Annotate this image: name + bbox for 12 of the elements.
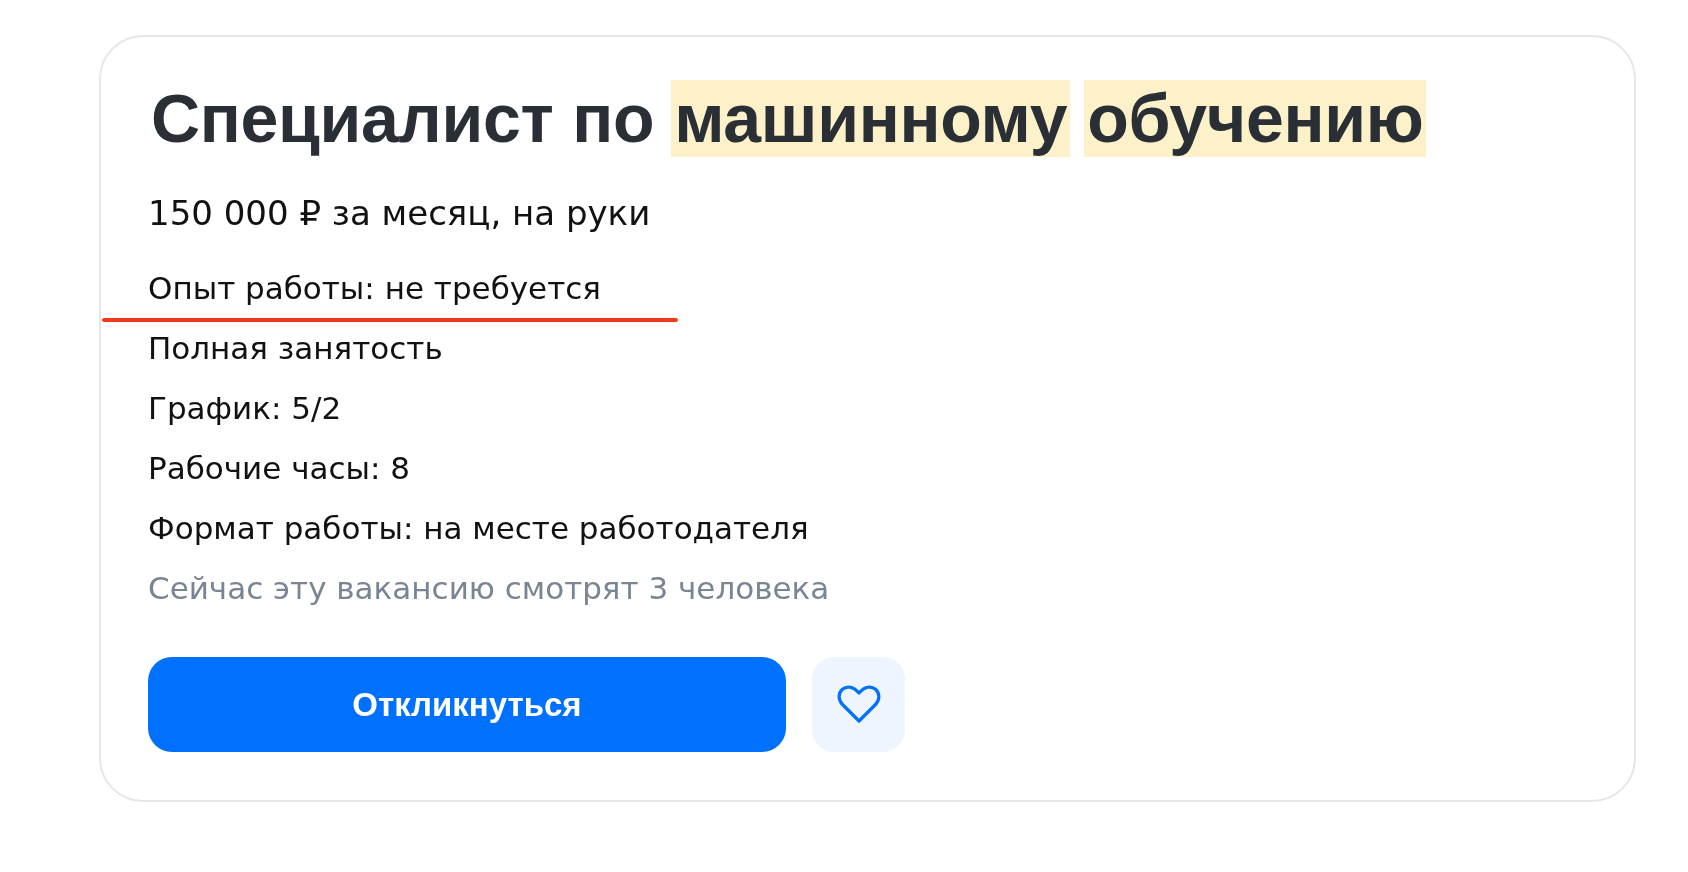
salary-text: 150 000 ₽ за месяц, на руки (148, 193, 651, 233)
detail-text: Полная занятость (148, 330, 443, 366)
vacancy-title: Специалист по (150, 80, 656, 157)
detail-text: График: 5/2 (148, 390, 342, 426)
highlighted-keyword: машинному (671, 80, 1071, 157)
apply-button[interactable]: Откликнуться (148, 657, 786, 752)
highlighted-keyword: обучению (1084, 80, 1427, 157)
detail-text: Формат работы: на месте работодателя (148, 510, 809, 546)
viewers-text: Сейчас эту вакансию смотрят 3 человека (148, 569, 830, 608)
detail-text: Рабочие часы: 8 (148, 450, 411, 486)
detail-text: Опыт работы: не требуется (148, 270, 601, 306)
favorite-button[interactable] (812, 657, 905, 752)
